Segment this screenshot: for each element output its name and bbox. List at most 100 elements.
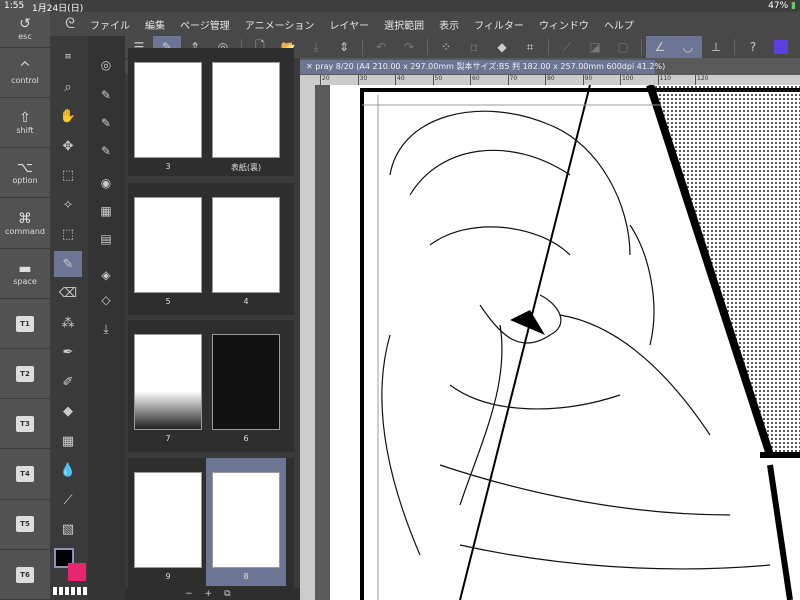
key-T4[interactable]: T4 bbox=[0, 450, 50, 500]
page-number: 4 bbox=[243, 297, 249, 306]
modifier-keys-panel: ↺ esc ^ control ⇧ shift ⌥ option ⌘ command ▬ space T… bbox=[0, 0, 50, 600]
sub-tool-icon[interactable]: ✎ bbox=[96, 88, 116, 108]
menu-item-1[interactable]: 編集 bbox=[145, 17, 165, 32]
selection-icon[interactable]: ⬚ bbox=[54, 222, 82, 248]
brush-size-icon[interactable]: ✎ bbox=[96, 144, 116, 164]
page-row: 76 bbox=[128, 320, 294, 452]
ruler-tick-label: 50 bbox=[432, 75, 442, 85]
page-thumbnail[interactable] bbox=[134, 62, 202, 158]
border-icon[interactable]: ▢ bbox=[609, 36, 637, 58]
color-circle-icon[interactable]: ◉ bbox=[96, 176, 116, 196]
tool-property-icon[interactable]: ✎ bbox=[96, 116, 116, 136]
drawing-canvas[interactable] bbox=[330, 85, 800, 600]
help-icon[interactable]: ? bbox=[739, 36, 767, 58]
page-number: 8 bbox=[243, 572, 249, 581]
menu-item-3[interactable]: アニメーション bbox=[245, 17, 315, 32]
ruler-snap-icon[interactable]: ∠ bbox=[646, 36, 674, 58]
redo-icon[interactable]: ↷ bbox=[395, 36, 423, 58]
zoom-in-button[interactable]: + bbox=[205, 589, 213, 599]
key-label: T4 bbox=[16, 466, 34, 483]
layer-icon[interactable]: ◇ bbox=[96, 293, 116, 313]
key-option[interactable]: ⌥ option bbox=[0, 148, 50, 199]
loading-icon[interactable]: ⁘ bbox=[432, 36, 460, 58]
layer-property-icon[interactable]: ◈ bbox=[96, 268, 116, 288]
fill-icon[interactable]: ◆ bbox=[488, 36, 516, 58]
app-logo-icon[interactable]: ᘓ bbox=[50, 16, 90, 32]
page-row: 98 bbox=[128, 458, 294, 590]
menu-item-0[interactable]: ファイル bbox=[90, 17, 130, 32]
page-number: 5 bbox=[165, 297, 171, 306]
key-glyph-icon: ↺ bbox=[19, 16, 31, 32]
page-thumbnail[interactable] bbox=[134, 334, 202, 430]
page-settings-icon[interactable]: ⧉ bbox=[224, 589, 230, 599]
menu-item-4[interactable]: レイヤー bbox=[329, 17, 369, 32]
palette-menu-icon[interactable]: ≡ bbox=[54, 50, 82, 64]
transparent-color[interactable] bbox=[53, 587, 87, 595]
page-thumbnail[interactable] bbox=[212, 197, 280, 293]
key-T1[interactable]: T1 bbox=[0, 299, 50, 349]
menu-item-6[interactable]: 表示 bbox=[439, 17, 459, 32]
gradient-icon[interactable]: ▧ bbox=[54, 517, 82, 543]
blend-icon[interactable]: 💧 bbox=[54, 458, 82, 484]
page-thumbnail[interactable] bbox=[134, 472, 202, 568]
battery: 47% ▮ bbox=[768, 1, 796, 11]
invert-icon[interactable]: ◪ bbox=[581, 36, 609, 58]
page-thumbnail[interactable] bbox=[134, 197, 202, 293]
auto-select-icon[interactable]: ✧ bbox=[54, 192, 82, 218]
ruler-tick-label: 60 bbox=[470, 75, 480, 85]
airbrush-icon[interactable]: ⁂ bbox=[54, 310, 82, 336]
sub-color[interactable] bbox=[68, 563, 86, 581]
menu-item-5[interactable]: 選択範囲 bbox=[384, 17, 424, 32]
material-icon[interactable]: ⤓ bbox=[96, 322, 116, 342]
color-swatch[interactable] bbox=[767, 36, 795, 58]
document-tab[interactable]: ✕ pray 8/20 (A4 210.00 x 297.00mm 製本サイズ:… bbox=[300, 60, 665, 74]
special-ruler-snap-icon[interactable]: ◡ bbox=[674, 36, 702, 58]
key-T2[interactable]: T2 bbox=[0, 349, 50, 400]
tone-icon[interactable]: ▦ bbox=[54, 428, 82, 454]
key-glyph-icon: ⌘ bbox=[18, 210, 32, 227]
expand-icon-2[interactable]: ⇕ bbox=[330, 36, 358, 58]
navigator-icon[interactable]: ◎ bbox=[96, 58, 116, 78]
page-number: 3 bbox=[165, 162, 171, 171]
magnifier-icon[interactable]: ⌕ bbox=[54, 74, 82, 100]
key-esc[interactable]: ↺ esc bbox=[0, 0, 50, 48]
key-T5[interactable]: T5 bbox=[0, 500, 50, 550]
line-icon[interactable]: ⟋ bbox=[54, 487, 82, 513]
transform-icon[interactable]: ⌗ bbox=[516, 36, 544, 58]
key-T3[interactable]: T3 bbox=[0, 399, 50, 450]
key-label: control bbox=[11, 76, 39, 85]
pencil-icon[interactable]: ✐ bbox=[54, 369, 82, 395]
object-select-icon[interactable]: ⬚ bbox=[54, 163, 82, 189]
color-set-icon[interactable]: ▦ bbox=[96, 204, 116, 224]
ruler-tick-label: 90 bbox=[582, 75, 592, 85]
menu-item-7[interactable]: フィルター bbox=[474, 17, 524, 32]
page-thumbnail[interactable] bbox=[212, 472, 280, 568]
menu-item-2[interactable]: ページ管理 bbox=[180, 17, 230, 32]
pen-icon[interactable]: ✎ bbox=[54, 251, 82, 277]
menu-item-9[interactable]: ヘルプ bbox=[604, 17, 634, 32]
zoom-out-button[interactable]: − bbox=[185, 589, 193, 599]
page-manager-panel: ✕ pray ⌄ 3表紙(裏)547698 bbox=[125, 48, 300, 600]
clear-selection-icon[interactable]: ▫ bbox=[460, 36, 488, 58]
grid-snap-icon[interactable]: ⊥ bbox=[702, 36, 730, 58]
key-space[interactable]: ▬ space bbox=[0, 249, 50, 299]
page-row: 54 bbox=[128, 183, 294, 315]
save-icon[interactable]: ⤓ bbox=[302, 36, 330, 58]
hand-icon[interactable]: ✋ bbox=[54, 104, 82, 130]
deselect-icon[interactable]: ⟋ bbox=[553, 36, 581, 58]
key-command[interactable]: ⌘ command bbox=[0, 199, 50, 249]
page-thumbnail[interactable] bbox=[212, 62, 280, 158]
menu-item-8[interactable]: ウィンドウ bbox=[539, 17, 589, 32]
undo-icon[interactable]: ↶ bbox=[367, 36, 395, 58]
key-shift[interactable]: ⇧ shift bbox=[0, 98, 50, 149]
key-glyph-icon: ⇧ bbox=[19, 110, 31, 127]
brush-icon[interactable]: ✒ bbox=[54, 340, 82, 366]
eraser-icon[interactable]: ⌫ bbox=[54, 281, 82, 307]
animation-icon[interactable]: ▤ bbox=[96, 232, 116, 252]
key-T6[interactable]: T6 bbox=[0, 550, 50, 600]
move-icon[interactable]: ✥ bbox=[54, 133, 82, 159]
key-label: T2 bbox=[16, 365, 34, 382]
key-control[interactable]: ^ control bbox=[0, 48, 50, 98]
fill-icon[interactable]: ◆ bbox=[54, 399, 82, 425]
page-thumbnail[interactable] bbox=[212, 334, 280, 430]
